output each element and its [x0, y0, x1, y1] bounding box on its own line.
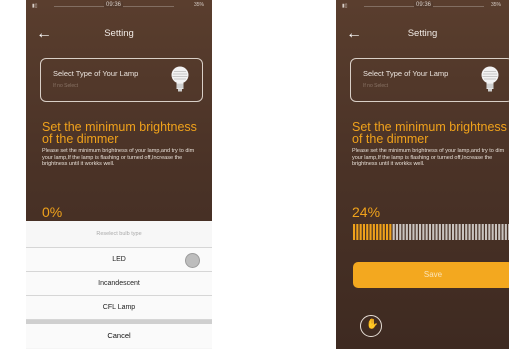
- slider-segment-empty: [488, 224, 491, 240]
- slider-segment-filled: [382, 224, 385, 240]
- slider-segment-filled: [376, 224, 379, 240]
- slider-segment-empty: [412, 224, 415, 240]
- lamp-type-selector[interactable]: Select Type of Your Lamp If no Select: [40, 58, 203, 102]
- slider-segment-empty: [461, 224, 464, 240]
- slider-segment-empty: [399, 224, 402, 240]
- slider-segment-empty: [455, 224, 458, 240]
- slider-segment-empty: [458, 224, 461, 240]
- slider-segment-empty: [485, 224, 488, 240]
- slider-segment-empty: [481, 224, 484, 240]
- option-cfl-lamp[interactable]: CFL Lamp: [26, 296, 212, 320]
- slider-segment-empty: [498, 224, 501, 240]
- slider-segment-empty: [445, 224, 448, 240]
- slider-segment-empty: [468, 224, 471, 240]
- slider-segment-filled: [356, 224, 359, 240]
- slider-segment-empty: [419, 224, 422, 240]
- phone-screen-left: ▮▯ 09:36 35% ← Setting Select Type of Yo…: [26, 0, 212, 349]
- option-led-label: LED: [112, 256, 126, 263]
- slider-segment-empty: [491, 224, 494, 240]
- slider-segment-empty: [452, 224, 455, 240]
- cancel-button[interactable]: Cancel: [26, 324, 212, 348]
- status-bar: ▮▯ 09:36 35%: [336, 0, 509, 12]
- status-time: 09:36: [414, 2, 434, 8]
- slider-segment-filled: [379, 224, 382, 240]
- signal-icon: ▮▯: [342, 3, 348, 9]
- dimmer-description: Please set the minimum brightness of you…: [352, 148, 505, 168]
- slider-segment-filled: [362, 224, 365, 240]
- slider-segment-empty: [395, 224, 398, 240]
- slider-segment-empty: [478, 224, 481, 240]
- slider-segment-empty: [465, 224, 468, 240]
- hand-touch-icon[interactable]: ✋: [360, 315, 382, 337]
- lamp-type-hint: If no Select: [53, 83, 79, 89]
- bulb-type-sheet: Reselect bulb type LED Incandescent CFL …: [26, 221, 212, 349]
- slider-segment-empty: [442, 224, 445, 240]
- slider-segment-empty: [471, 224, 474, 240]
- lamp-type-label: Select Type of Your Lamp: [363, 69, 449, 78]
- battery-indicator: 35%: [193, 2, 204, 8]
- slider-segment-empty: [432, 224, 435, 240]
- battery-indicator: 35%: [490, 2, 501, 8]
- slider-segment-empty: [494, 224, 497, 240]
- brightness-percent: 24%: [352, 204, 381, 220]
- lamp-type-label: Select Type of Your Lamp: [53, 69, 139, 78]
- phone-screen-right: ▮▯ 09:36 35% ← Setting Select Type of Yo…: [336, 0, 509, 349]
- brightness-slider[interactable]: [353, 224, 509, 240]
- option-incandescent[interactable]: Incandescent: [26, 272, 212, 296]
- brightness-percent: 0%: [42, 204, 63, 220]
- slider-segment-empty: [392, 224, 395, 240]
- slider-segment-empty: [405, 224, 408, 240]
- dimmer-heading: Set the minimum brightness of the dimmer: [42, 120, 197, 146]
- slider-segment-filled: [372, 224, 375, 240]
- bulb-icon: [171, 66, 189, 92]
- page-title: Setting: [104, 28, 134, 39]
- page-title: Setting: [407, 28, 438, 39]
- slider-segment-empty: [409, 224, 412, 240]
- signal-icon: ▮▯: [32, 3, 38, 9]
- slider-segment-empty: [415, 224, 418, 240]
- selected-indicator-icon: [185, 253, 200, 268]
- slider-segment-filled: [386, 224, 389, 240]
- slider-segment-empty: [504, 224, 507, 240]
- slider-segment-filled: [353, 224, 356, 240]
- slider-segment-filled: [389, 224, 392, 240]
- slider-segment-empty: [438, 224, 441, 240]
- slider-segment-empty: [425, 224, 428, 240]
- slider-segment-filled: [366, 224, 369, 240]
- status-time: 09:36: [104, 2, 124, 8]
- slider-segment-filled: [359, 224, 362, 240]
- slider-segment-empty: [435, 224, 438, 240]
- bulb-icon: [481, 66, 499, 92]
- status-bar: ▮▯ 09:36 35%: [26, 0, 212, 12]
- slider-segment-empty: [475, 224, 478, 240]
- lamp-type-selector[interactable]: Select Type of Your Lamp If no Select: [350, 58, 509, 102]
- slider-segment-empty: [402, 224, 405, 240]
- slider-segment-empty: [448, 224, 451, 240]
- slider-segment-filled: [369, 224, 372, 240]
- save-button[interactable]: Save: [353, 262, 509, 288]
- lamp-type-hint: If no Select: [363, 83, 389, 89]
- dimmer-description: Please set the minimum brightness of you…: [42, 148, 195, 168]
- option-led[interactable]: LED: [26, 248, 212, 272]
- slider-segment-empty: [501, 224, 504, 240]
- slider-segment-empty: [428, 224, 431, 240]
- sheet-header: Reselect bulb type: [26, 221, 212, 248]
- dimmer-heading: Set the minimum brightness of the dimmer: [352, 120, 507, 146]
- slider-segment-empty: [422, 224, 425, 240]
